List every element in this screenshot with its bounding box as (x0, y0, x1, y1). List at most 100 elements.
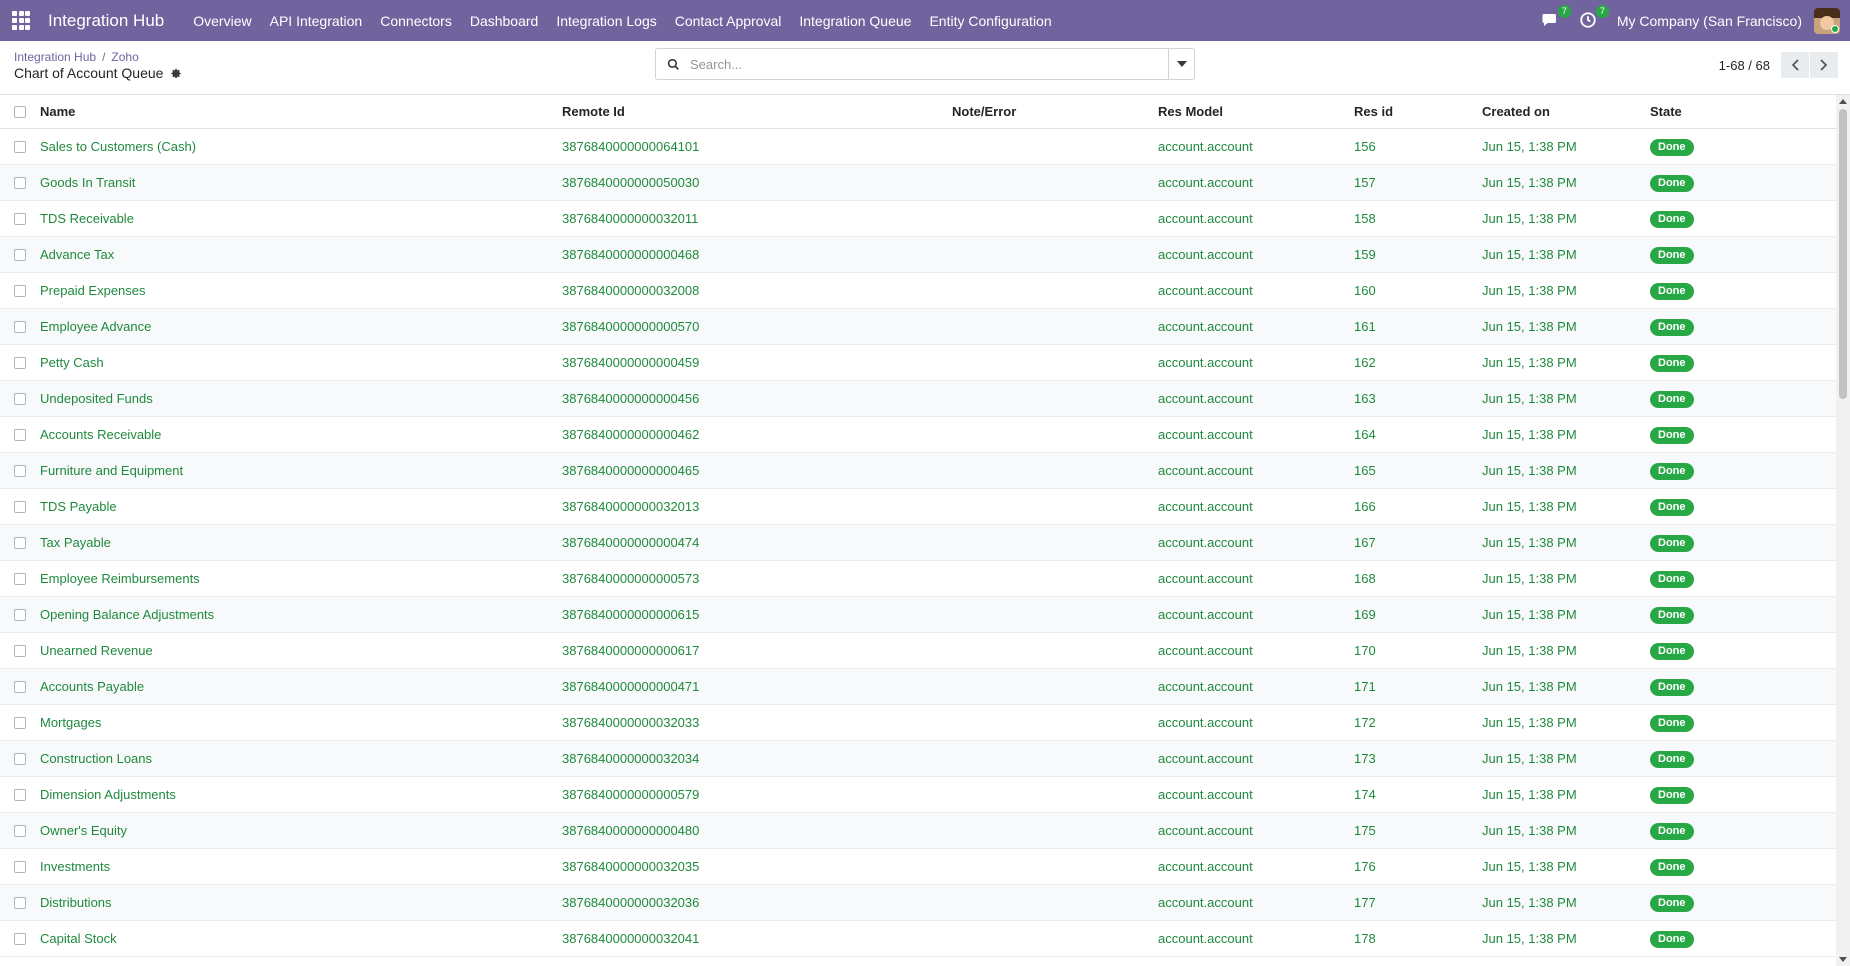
row-checkbox[interactable] (14, 572, 26, 585)
table-row[interactable]: Mortgages 3876840000000032033 account.acco… (0, 705, 1836, 741)
row-name-cell[interactable]: Employee Reimbursements (40, 571, 562, 586)
row-name-cell[interactable]: Sales to Customers (Cash) (40, 139, 562, 154)
row-checkbox[interactable] (14, 752, 26, 765)
row-checkbox[interactable] (14, 896, 26, 909)
row-name-cell[interactable]: Goods In Transit (40, 175, 562, 190)
pager-value[interactable]: 1-68 / 68 (1719, 58, 1770, 73)
table-row[interactable]: TDS Payable 3876840000000032013 account.ac… (0, 489, 1836, 525)
column-header-name[interactable]: Name (40, 104, 562, 119)
select-all-checkbox[interactable] (14, 105, 26, 118)
table-row[interactable]: Unearned Revenue 3876840000000000617 accou… (0, 633, 1836, 669)
scroll-up-arrow-icon[interactable] (1839, 99, 1847, 104)
column-header-remote-id[interactable]: Remote Id (562, 104, 952, 119)
table-row[interactable]: Advance Tax 3876840000000000468 account.ac… (0, 237, 1836, 273)
row-checkbox[interactable] (14, 644, 26, 657)
row-checkbox[interactable] (14, 680, 26, 693)
row-name-cell[interactable]: Dimension Adjustments (40, 787, 562, 802)
table-row[interactable]: Capital Stock 3876840000000032041 account.… (0, 921, 1836, 957)
breadcrumb-zoho[interactable]: Zoho (111, 50, 138, 64)
row-checkbox[interactable] (14, 464, 26, 477)
row-name-cell[interactable]: Mortgages (40, 715, 562, 730)
table-row[interactable]: Investments 3876840000000032035 account.ac… (0, 849, 1836, 885)
column-header-created-on[interactable]: Created on (1482, 104, 1650, 119)
row-checkbox[interactable] (14, 716, 26, 729)
row-checkbox[interactable] (14, 536, 26, 549)
row-name-cell[interactable]: Advance Tax (40, 247, 562, 262)
row-name-cell[interactable]: TDS Payable (40, 499, 562, 514)
activities-button[interactable]: 7 (1579, 4, 1609, 31)
row-name-cell[interactable]: Petty Cash (40, 355, 562, 370)
row-checkbox[interactable] (14, 212, 26, 225)
row-name-cell[interactable]: Construction Loans (40, 751, 562, 766)
table-row[interactable]: Employee Reimbursements 38768400000000005… (0, 561, 1836, 597)
menu-integration-queue[interactable]: Integration Queue (790, 13, 920, 29)
table-row[interactable]: TDS Receivable 3876840000000032011 account… (0, 201, 1836, 237)
company-switcher[interactable]: My Company (San Francisco) (1617, 13, 1802, 29)
row-checkbox[interactable] (14, 176, 26, 189)
menu-dashboard[interactable]: Dashboard (461, 13, 548, 29)
table-row[interactable]: Accounts Payable 3876840000000000471 accou… (0, 669, 1836, 705)
row-checkbox[interactable] (14, 500, 26, 513)
row-name-cell[interactable]: Owner's Equity (40, 823, 562, 838)
table-row[interactable]: Furniture and Equipment 38768400000000004… (0, 453, 1836, 489)
row-name-cell[interactable]: Undeposited Funds (40, 391, 562, 406)
row-checkbox[interactable] (14, 608, 26, 621)
pager-previous-button[interactable] (1781, 52, 1809, 78)
column-header-res-id[interactable]: Res id (1354, 104, 1482, 119)
avatar[interactable] (1814, 7, 1840, 34)
app-brand[interactable]: Integration Hub (48, 11, 164, 31)
row-name-cell[interactable]: Distributions (40, 895, 562, 910)
menu-contact-approval[interactable]: Contact Approval (666, 13, 791, 29)
row-name-cell[interactable]: Investments (40, 859, 562, 874)
row-name-cell[interactable]: Furniture and Equipment (40, 463, 562, 478)
row-checkbox[interactable] (14, 428, 26, 441)
table-row[interactable]: Petty Cash 3876840000000000459 account.acc… (0, 345, 1836, 381)
list-scrollbar[interactable] (1836, 95, 1850, 966)
row-checkbox[interactable] (14, 788, 26, 801)
row-name-cell[interactable]: Capital Stock (40, 931, 562, 946)
table-row[interactable]: Goods In Transit 3876840000000050030 accou… (0, 165, 1836, 201)
table-row[interactable]: Prepaid Expenses 3876840000000032008 accou… (0, 273, 1836, 309)
scroll-down-arrow-icon[interactable] (1839, 957, 1847, 962)
table-row[interactable]: Accounts Receivable 3876840000000000462 ac… (0, 417, 1836, 453)
row-name-cell[interactable]: TDS Receivable (40, 211, 562, 226)
row-checkbox[interactable] (14, 320, 26, 333)
column-header-state[interactable]: State (1650, 104, 1836, 119)
column-header-res-model[interactable]: Res Model (1158, 104, 1354, 119)
row-checkbox[interactable] (14, 824, 26, 837)
row-checkbox[interactable] (14, 392, 26, 405)
row-name-cell[interactable]: Tax Payable (40, 535, 562, 550)
row-checkbox[interactable] (14, 356, 26, 369)
menu-connectors[interactable]: Connectors (371, 13, 461, 29)
table-row[interactable]: Dimension Adjustments 3876840000000000579… (0, 777, 1836, 813)
row-checkbox[interactable] (14, 284, 26, 297)
menu-entity-configuration[interactable]: Entity Configuration (920, 13, 1060, 29)
table-row[interactable]: Opening Balance Adjustments 3876840000000… (0, 597, 1836, 633)
row-name-cell[interactable]: Accounts Receivable (40, 427, 562, 442)
search-input[interactable] (690, 49, 1168, 79)
table-row[interactable]: Distributions 3876840000000032036 account.… (0, 885, 1836, 921)
menu-overview[interactable]: Overview (184, 13, 260, 29)
table-row[interactable]: Employee Advance 3876840000000000570 accou… (0, 309, 1836, 345)
table-row[interactable]: Undeposited Funds 3876840000000000456 acco… (0, 381, 1836, 417)
row-checkbox[interactable] (14, 248, 26, 261)
row-name-cell[interactable]: Unearned Revenue (40, 643, 562, 658)
scrollbar-thumb[interactable] (1839, 109, 1847, 399)
menu-api-integration[interactable]: API Integration (261, 13, 372, 29)
table-row[interactable]: Sales to Customers (Cash) 387684000000006… (0, 129, 1836, 165)
row-name-cell[interactable]: Accounts Payable (40, 679, 562, 694)
row-checkbox[interactable] (14, 932, 26, 945)
row-name-cell[interactable]: Employee Advance (40, 319, 562, 334)
gear-icon[interactable] (171, 68, 182, 79)
pager-next-button[interactable] (1810, 52, 1838, 78)
table-row[interactable]: Tax Payable 3876840000000000474 account.ac… (0, 525, 1836, 561)
row-name-cell[interactable]: Opening Balance Adjustments (40, 607, 562, 622)
apps-grid-icon[interactable] (12, 10, 32, 31)
row-name-cell[interactable]: Prepaid Expenses (40, 283, 562, 298)
table-row[interactable]: Construction Loans 3876840000000032034 acc… (0, 741, 1836, 777)
breadcrumb-integration-hub[interactable]: Integration Hub (14, 50, 96, 64)
column-header-note-error[interactable]: Note/Error (952, 104, 1158, 119)
row-checkbox[interactable] (14, 860, 26, 873)
search-options-toggle[interactable] (1168, 49, 1194, 79)
menu-integration-logs[interactable]: Integration Logs (547, 13, 665, 29)
